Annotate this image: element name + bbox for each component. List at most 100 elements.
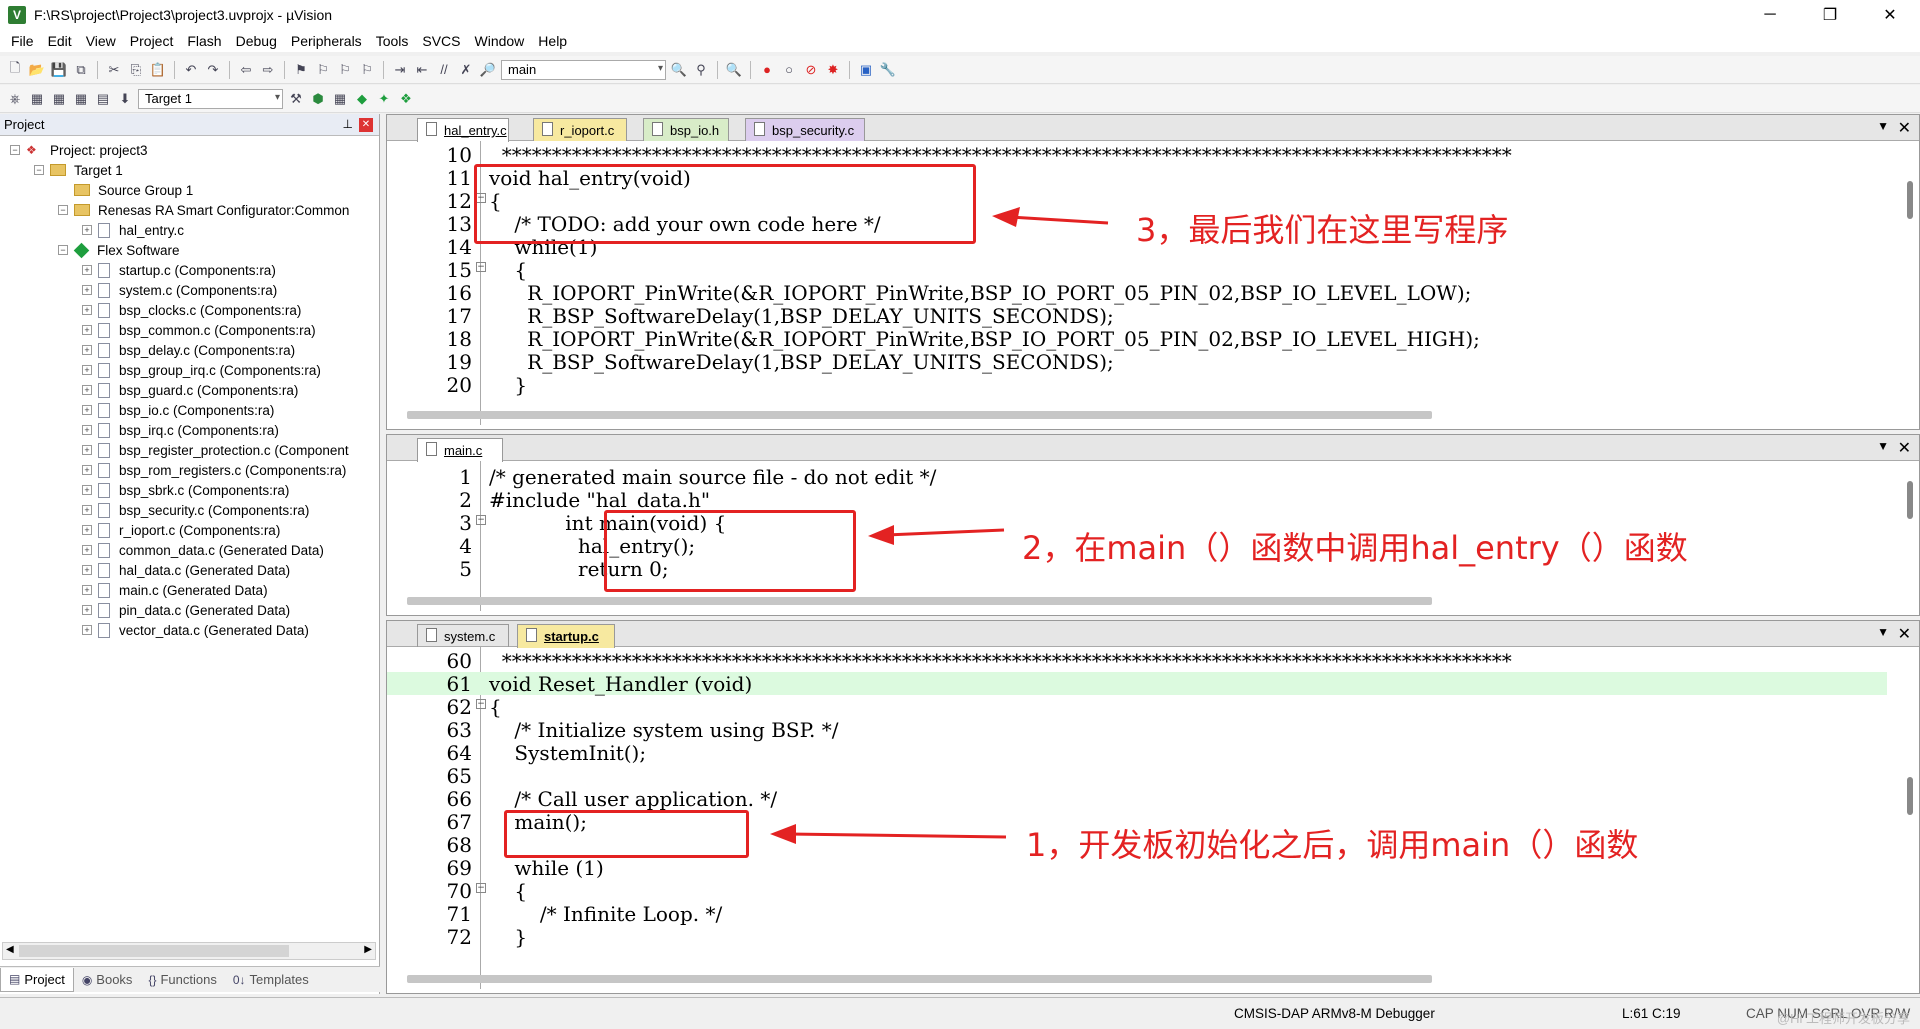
find-icon[interactable]: 🔍 [670, 61, 688, 79]
tree-item-group[interactable]: − Renesas RA Smart Configurator:Common [58, 200, 349, 220]
expand-icon[interactable]: + [82, 525, 92, 535]
expand-icon[interactable]: + [82, 425, 92, 435]
bookmark-icon[interactable]: ⚑ [292, 61, 310, 79]
kill-breakpoints-icon[interactable]: ✸ [824, 61, 842, 79]
target-select[interactable]: Target 1 ▾ [138, 88, 283, 109]
copy-icon[interactable]: ⎘ [127, 61, 145, 79]
fold-collapse-icon[interactable]: − [476, 262, 486, 272]
expand-icon[interactable]: + [82, 445, 92, 455]
maximize-button[interactable]: ❐ [1800, 0, 1860, 30]
vertical-scrollbar[interactable] [1907, 181, 1913, 219]
rebuild-icon[interactable]: ▦ [50, 90, 68, 108]
horizontal-scrollbar[interactable] [407, 597, 1432, 605]
tab-functions[interactable]: {} Functions [140, 968, 224, 992]
incremental-find-icon[interactable]: ⚲ [692, 61, 710, 79]
breakpoint-icon[interactable]: ● [758, 61, 776, 79]
save-all-icon[interactable]: ⧉ [72, 61, 90, 79]
comment-icon[interactable]: // [435, 61, 453, 79]
tree-item-file[interactable]: + bsp_delay.c (Components:ra) [82, 340, 295, 360]
menu-view[interactable]: View [79, 33, 123, 49]
menu-tools[interactable]: Tools [369, 33, 416, 49]
tree-item-file[interactable]: + hal_data.c (Generated Data) [82, 560, 290, 580]
smart-configurator-icon[interactable]: ❖ [397, 90, 415, 108]
collapse-icon[interactable]: − [58, 245, 68, 255]
tree-item-file[interactable]: + bsp_common.c (Components:ra) [82, 320, 316, 340]
expand-icon[interactable]: + [82, 345, 92, 355]
scroll-right-icon[interactable]: ▶ [364, 944, 372, 955]
tree-item-group[interactable]: − Flex Software [58, 240, 180, 260]
undo-icon[interactable]: ↶ [182, 61, 200, 79]
tree-item-project[interactable]: − ❖ Project: project3 [10, 140, 148, 160]
tab-project[interactable]: ▤ Project [0, 967, 74, 992]
tab-list-dropdown-icon[interactable]: ▼ [1877, 439, 1889, 453]
tree-item-file[interactable]: + bsp_group_irq.c (Components:ra) [82, 360, 321, 380]
expand-icon[interactable]: + [82, 305, 92, 315]
expand-icon[interactable]: + [82, 545, 92, 555]
save-icon[interactable]: 💾 [50, 61, 68, 79]
close-pane-icon[interactable]: ✕ [1898, 118, 1911, 138]
tab-startup-c[interactable]: startup.c [517, 624, 615, 648]
unindent-icon[interactable]: ⇤ [413, 61, 431, 79]
open-folder-icon[interactable]: 📂 [28, 61, 46, 79]
tree-item-file[interactable]: + pin_data.c (Generated Data) [82, 600, 290, 620]
expand-icon[interactable]: + [82, 385, 92, 395]
fold-collapse-icon[interactable]: − [476, 515, 486, 525]
batch-build-icon[interactable]: ▦ [72, 90, 90, 108]
indent-icon[interactable]: ⇥ [391, 61, 409, 79]
tree-item-target[interactable]: − Target 1 [34, 160, 123, 180]
expand-icon[interactable]: + [82, 585, 92, 595]
expand-icon[interactable]: + [82, 485, 92, 495]
nav-forward-icon[interactable]: ⇨ [259, 61, 277, 79]
menu-project[interactable]: Project [123, 33, 181, 49]
expand-icon[interactable]: + [82, 265, 92, 275]
menu-peripherals[interactable]: Peripherals [284, 33, 369, 49]
expand-icon[interactable]: + [82, 405, 92, 415]
close-pane-icon[interactable]: ✕ [1898, 438, 1911, 458]
build-icon[interactable]: ▦ [28, 90, 46, 108]
expand-icon[interactable]: + [82, 465, 92, 475]
download-icon[interactable]: ⬇ [116, 90, 134, 108]
menu-help[interactable]: Help [531, 33, 574, 49]
cut-icon[interactable]: ✂ [105, 61, 123, 79]
menu-file[interactable]: File [4, 33, 41, 49]
minimize-button[interactable]: ─ [1740, 0, 1800, 30]
menu-debug[interactable]: Debug [229, 33, 284, 49]
prev-bookmark-icon[interactable]: ⚐ [314, 61, 332, 79]
find-in-files-icon[interactable]: 🔎 [479, 61, 497, 79]
scroll-left-icon[interactable]: ◀ [6, 944, 14, 955]
nav-back-icon[interactable]: ⇦ [237, 61, 255, 79]
new-file-icon[interactable]: 🗋 [6, 60, 24, 79]
menu-edit[interactable]: Edit [41, 33, 79, 49]
close-icon[interactable]: ✕ [359, 118, 373, 132]
expand-icon[interactable]: + [82, 325, 92, 335]
menu-svcs[interactable]: SVCS [415, 33, 467, 49]
tree-item-file[interactable]: + r_ioport.c (Components:ra) [82, 520, 280, 540]
stop-build-icon[interactable]: ▤ [94, 90, 112, 108]
close-pane-icon[interactable]: ✕ [1898, 624, 1911, 644]
tree-item-file[interactable]: + bsp_clocks.c (Components:ra) [82, 300, 301, 320]
function-select[interactable]: main ▾ [501, 59, 666, 80]
tree-horizontal-scrollbar[interactable]: ◀ ▶ [2, 942, 376, 960]
tree-item-file[interactable]: + bsp_sbrk.c (Components:ra) [82, 480, 289, 500]
tree-item-file[interactable]: + bsp_security.c (Components:ra) [82, 500, 309, 520]
close-button[interactable]: ✕ [1860, 0, 1920, 30]
expand-icon[interactable]: + [82, 505, 92, 515]
redo-icon[interactable]: ↷ [204, 61, 222, 79]
paste-icon[interactable]: 📋 [149, 61, 167, 79]
tree-item-file[interactable]: + bsp_rom_registers.c (Components:ra) [82, 460, 346, 480]
pack-installer-icon[interactable]: ✦ [375, 90, 393, 108]
manage-components-icon[interactable]: ⬢ [309, 90, 327, 108]
tree-item-file[interactable]: + bsp_guard.c (Components:ra) [82, 380, 298, 400]
tab-r-ioport-c[interactable]: r_ioport.c [533, 118, 627, 141]
select-packs-icon[interactable]: ▦ [331, 90, 349, 108]
tree-item-file[interactable]: + bsp_register_protection.c (Component [82, 440, 349, 460]
tab-hal-entry-c[interactable]: hal_entry.c [417, 118, 509, 142]
translate-icon[interactable]: ⎈ [6, 90, 24, 108]
tab-books[interactable]: ◉ Books [74, 968, 141, 992]
expand-icon[interactable]: + [82, 565, 92, 575]
uncomment-icon[interactable]: ✗ [457, 61, 475, 79]
scrollbar-thumb[interactable] [19, 945, 289, 957]
debug-session-icon[interactable]: 🔍 [725, 61, 743, 79]
collapse-icon[interactable]: − [34, 165, 44, 175]
disable-breakpoint-icon[interactable]: ○ [780, 61, 798, 79]
